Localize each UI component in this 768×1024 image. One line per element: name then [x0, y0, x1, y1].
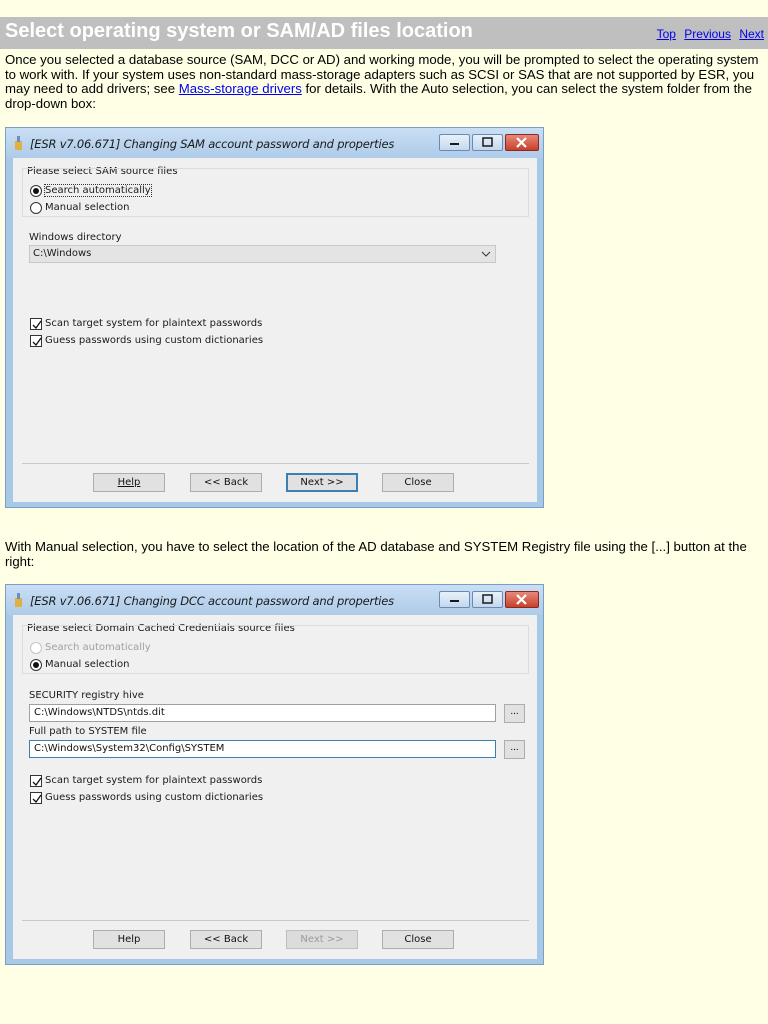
radio-search-automatically-label[interactable]: Search automatically: [44, 184, 152, 197]
guess-passwords-checkbox[interactable]: [30, 792, 42, 804]
mass-storage-drivers-link[interactable]: Mass-storage drivers: [179, 81, 302, 96]
page-title: Select operating system or SAM/AD files …: [5, 20, 473, 42]
nav-next-link[interactable]: Next: [739, 27, 764, 41]
system-file-value: C:\Windows\System32\Config\SYSTEM: [34, 743, 225, 754]
next-button[interactable]: Next >>: [286, 473, 358, 492]
scan-plaintext-checkbox[interactable]: [30, 318, 42, 330]
radio-search-automatically[interactable]: [30, 642, 42, 654]
checkmark-icon: [32, 320, 42, 330]
page-header: Select operating system or SAM/AD files …: [0, 17, 768, 49]
maximize-button[interactable]: [472, 134, 503, 151]
close-icon: [516, 594, 527, 605]
next-button[interactable]: Next >>: [286, 930, 358, 949]
system-file-input[interactable]: C:\Windows\System32\Config\SYSTEM: [29, 740, 496, 758]
system-file-label: Full path to SYSTEM file: [29, 726, 147, 737]
minimize-icon: [450, 600, 459, 602]
dialog-client-area: Please select Domain Cached Credentials …: [13, 615, 537, 959]
guess-passwords-label[interactable]: Guess passwords using custom dictionarie…: [45, 335, 263, 346]
close-icon: [516, 137, 527, 148]
windows-directory-value: C:\Windows: [33, 248, 92, 259]
maximize-button[interactable]: [472, 591, 503, 608]
dialog-title: [ESR v7.06.671] Changing DCC account pas…: [30, 594, 394, 608]
sam-dialog-window: [ESR v7.06.671] Changing SAM account pas…: [5, 127, 544, 508]
radio-manual-selection-label[interactable]: Manual selection: [45, 659, 129, 670]
dialog-titlebar: [ESR v7.06.671] Changing DCC account pas…: [6, 585, 543, 615]
button-separator: [22, 920, 529, 921]
browse-security-button[interactable]: ...: [504, 704, 525, 723]
back-button[interactable]: << Back: [190, 473, 262, 492]
nav-previous-link[interactable]: Previous: [684, 27, 731, 41]
guess-passwords-checkbox[interactable]: [30, 335, 42, 347]
close-button[interactable]: Close: [382, 930, 454, 949]
checkmark-icon: [32, 337, 42, 347]
close-window-button[interactable]: [505, 134, 539, 151]
browse-system-button[interactable]: ...: [504, 740, 525, 759]
dcc-dialog-window: [ESR v7.06.671] Changing DCC account pas…: [5, 584, 544, 965]
windows-directory-label: Windows directory: [29, 232, 122, 243]
help-button-label: Help: [117, 477, 141, 488]
radio-search-automatically[interactable]: [30, 185, 42, 197]
security-hive-value: C:\Windows\NTDS\ntds.dit: [34, 707, 165, 718]
checkmark-icon: [32, 777, 42, 787]
page-nav: Top Previous Next: [652, 27, 764, 41]
close-window-button[interactable]: [505, 591, 539, 608]
scan-plaintext-label[interactable]: Scan target system for plaintext passwor…: [45, 775, 262, 786]
maximize-icon: [482, 137, 493, 147]
windows-directory-dropdown[interactable]: C:\Windows: [29, 245, 496, 263]
dialog-titlebar: [ESR v7.06.671] Changing SAM account pas…: [6, 128, 543, 158]
close-button[interactable]: Close: [382, 473, 454, 492]
minimize-button[interactable]: [439, 591, 470, 608]
app-icon: [15, 593, 22, 607]
dialog-client-area: Please select SAM source files Search au…: [13, 158, 537, 502]
help-button[interactable]: Help: [93, 930, 165, 949]
intro-paragraph: Once you selected a database source (SAM…: [5, 52, 763, 111]
help-button[interactable]: Help: [93, 473, 165, 492]
dialog-title: [ESR v7.06.671] Changing SAM account pas…: [30, 137, 395, 151]
radio-manual-selection-label[interactable]: Manual selection: [45, 202, 129, 213]
minimize-button[interactable]: [439, 134, 470, 151]
minimize-icon: [450, 143, 459, 145]
chevron-down-icon: [481, 251, 491, 257]
scan-plaintext-checkbox[interactable]: [30, 775, 42, 787]
guess-passwords-label[interactable]: Guess passwords using custom dictionarie…: [45, 792, 263, 803]
maximize-icon: [482, 594, 493, 604]
security-hive-label: SECURITY registry hive: [29, 690, 144, 701]
nav-top-link[interactable]: Top: [657, 27, 676, 41]
radio-manual-selection[interactable]: [30, 659, 42, 671]
button-separator: [22, 463, 529, 464]
radio-search-automatically-label[interactable]: Search automatically: [45, 642, 151, 653]
radio-manual-selection[interactable]: [30, 202, 42, 214]
scan-plaintext-label[interactable]: Scan target system for plaintext passwor…: [45, 318, 262, 329]
back-button[interactable]: << Back: [190, 930, 262, 949]
app-icon: [15, 136, 22, 150]
manual-selection-paragraph: With Manual selection, you have to selec…: [5, 539, 747, 569]
checkmark-icon: [32, 794, 42, 804]
security-hive-input[interactable]: C:\Windows\NTDS\ntds.dit: [29, 704, 496, 722]
